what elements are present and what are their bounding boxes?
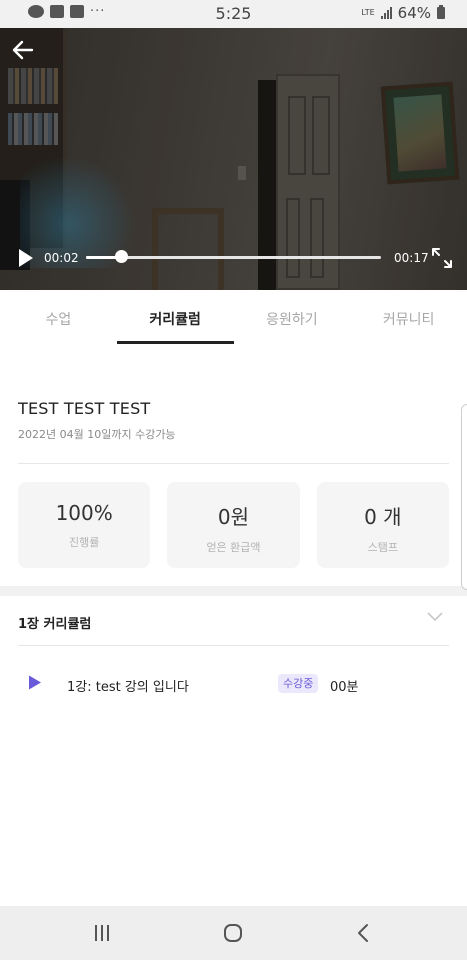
edge-panel-handle[interactable] bbox=[461, 404, 467, 590]
stat-label: 진행률 bbox=[68, 536, 100, 549]
stat-card-stamp: 0 개 스탬프 bbox=[316, 482, 449, 568]
tab-class[interactable]: 수업 bbox=[0, 290, 117, 346]
stat-card-progress: 100% 진행률 bbox=[18, 482, 151, 568]
tab-bar: 수업 커리큘럼 응원하기 커뮤니티 bbox=[0, 290, 467, 346]
tab-community[interactable]: 커뮤니티 bbox=[350, 290, 467, 346]
tab-curriculum[interactable]: 커리큘럼 bbox=[116, 290, 234, 346]
stat-label: 얻은 환급액 bbox=[206, 541, 261, 554]
recent-apps-icon[interactable] bbox=[90, 921, 114, 945]
section-separator bbox=[0, 586, 467, 596]
system-nav-bar bbox=[0, 906, 467, 960]
chapter-header[interactable]: 1장 커리큘럼 bbox=[0, 596, 467, 646]
lesson-title: 1강: test 강의 입니다 bbox=[67, 680, 189, 695]
status-indicators: LTE 64% bbox=[361, 4, 445, 22]
play-icon[interactable] bbox=[17, 247, 35, 269]
stats-row: 100% 진행률 0원 얻은 환급액 0 개 스탬프 bbox=[18, 482, 449, 568]
stat-value: 0원 bbox=[217, 505, 250, 529]
home-icon[interactable] bbox=[221, 921, 245, 945]
stat-value: 100% bbox=[55, 501, 113, 525]
course-title: TEST TEST TEST bbox=[18, 399, 151, 418]
signal-icon bbox=[380, 7, 392, 19]
stat-value: 0 개 bbox=[364, 505, 402, 529]
network-type: LTE bbox=[361, 8, 375, 17]
lesson-play-icon[interactable] bbox=[28, 675, 42, 690]
seek-bar[interactable] bbox=[86, 250, 381, 263]
status-bar: ··· 5:25 LTE 64% bbox=[0, 0, 467, 28]
status-badge: 수강중 bbox=[278, 674, 319, 693]
chevron-down-icon[interactable] bbox=[427, 612, 443, 622]
divider bbox=[18, 463, 449, 464]
divider bbox=[18, 645, 449, 646]
back-icon[interactable] bbox=[352, 921, 376, 945]
battery-percent: 64% bbox=[397, 4, 431, 22]
lesson-duration: 00분 bbox=[330, 680, 359, 695]
battery-icon bbox=[437, 5, 445, 19]
course-availability: 2022년 04월 10일까지 수강가능 bbox=[18, 428, 176, 441]
stat-card-refund: 0원 얻은 환급액 bbox=[167, 482, 300, 568]
lesson-item[interactable]: 1강: test 강의 입니다 수강중 00분 bbox=[0, 660, 467, 708]
tab-cheer[interactable]: 응원하기 bbox=[234, 290, 351, 346]
current-time: 00:02 bbox=[44, 251, 79, 265]
chapter-title: 1장 커리큘럼 bbox=[18, 617, 92, 632]
fullscreen-icon[interactable] bbox=[430, 246, 454, 270]
video-player[interactable]: 00:02 00:17 bbox=[0, 28, 467, 290]
back-arrow-icon[interactable] bbox=[10, 38, 36, 62]
total-time: 00:17 bbox=[394, 251, 429, 265]
stat-label: 스탬프 bbox=[367, 541, 398, 554]
